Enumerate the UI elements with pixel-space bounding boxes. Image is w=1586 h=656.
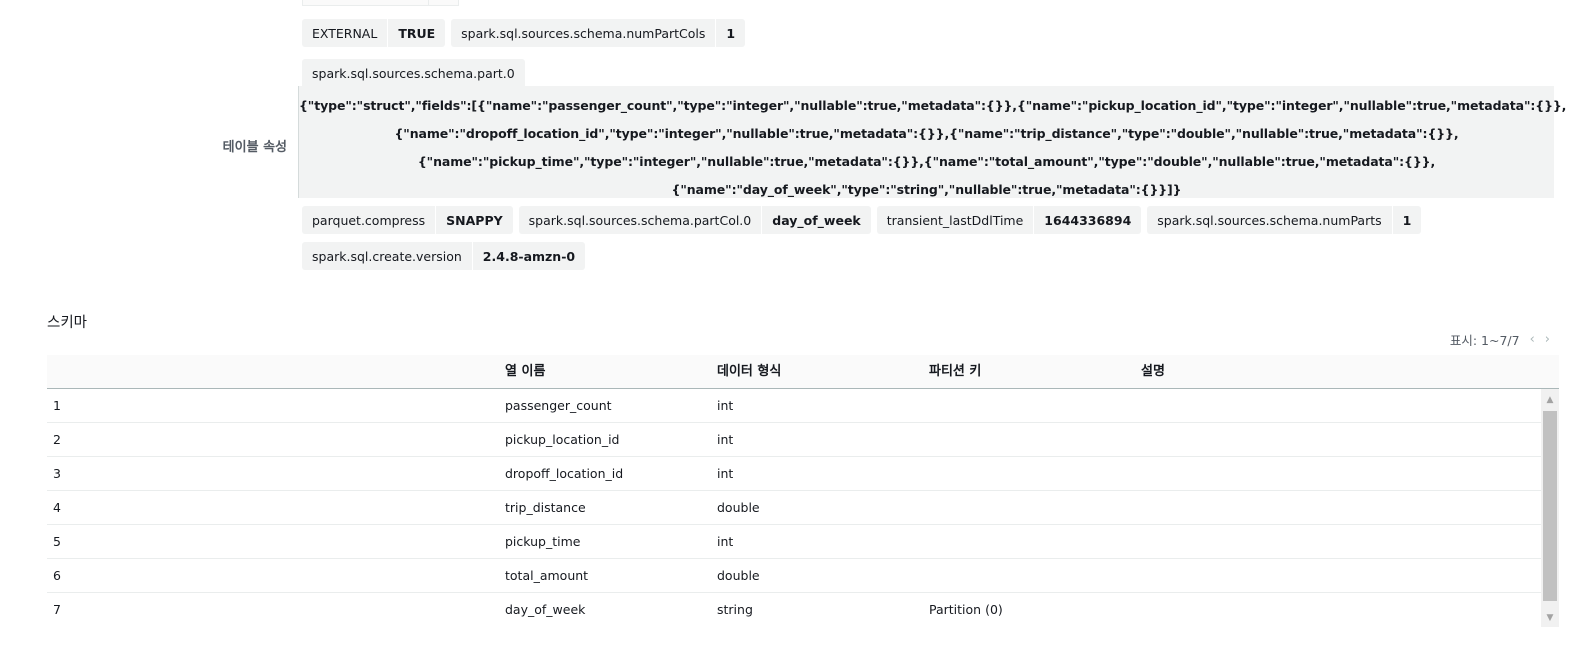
property-value: 1 [715, 19, 745, 47]
previous-tag-stub [302, 0, 459, 6]
property-value: SNAPPY [435, 206, 513, 234]
table-row: 3 dropoff_location_id int [47, 457, 1559, 491]
property-value: 1 [1391, 206, 1422, 234]
schema-section-title: 스키마 [47, 315, 88, 331]
cell-column-name: total_amount [505, 568, 589, 583]
table-properties-label: 테이블 속성 [222, 140, 287, 155]
cell-data-type: int [717, 534, 734, 549]
property-tag: EXTERNAL TRUE [302, 19, 446, 47]
pagination: 표시: 1~7/7 ‹ › [1450, 330, 1550, 349]
property-value: day_of_week [761, 206, 871, 234]
property-key: transient_lastDdlTime [886, 212, 1024, 228]
cell-column-name: pickup_time [505, 534, 581, 549]
chevron-right-icon[interactable]: › [1545, 332, 1550, 347]
table-row: 7 day_of_week string Partition (0) [47, 593, 1559, 627]
cell-column-name: passenger_count [505, 398, 612, 413]
schema-part-value: {"type":"struct","fields":[{"name":"pass… [298, 86, 1567, 198]
cell-index: 3 [53, 466, 61, 481]
cell-data-type: int [717, 398, 734, 413]
property-tags-row-3: spark.sql.create.version 2.4.8-amzn-0 [302, 242, 586, 270]
schema-json-line: {"name":"dropoff_location_id","type":"in… [394, 126, 1459, 141]
cell-data-type: int [717, 432, 734, 447]
cell-index: 1 [53, 398, 61, 413]
table-row: 2 pickup_location_id int [47, 423, 1559, 457]
property-tags-row-2: parquet.compress SNAPPY spark.sql.source… [302, 206, 1422, 234]
cell-column-name: trip_distance [505, 500, 586, 515]
cell-index: 4 [53, 500, 61, 515]
cell-data-type: double [717, 568, 760, 583]
property-value: 1644336894 [1033, 206, 1141, 234]
cell-column-name: pickup_location_id [505, 432, 620, 447]
property-key: spark.sql.sources.schema.numPartCols [461, 25, 706, 41]
cell-column-name: day_of_week [505, 602, 586, 617]
property-key: spark.sql.sources.schema.partCol.0 [528, 212, 752, 228]
cell-index: 2 [53, 432, 61, 447]
schema-json-line: {"name":"day_of_week","type":"string","n… [671, 182, 1182, 197]
column-header-data-type[interactable]: 데이터 형식 [717, 355, 781, 389]
property-key: spark.sql.create.version [312, 248, 462, 264]
property-tag: parquet.compress SNAPPY [302, 206, 513, 234]
table-body: 1 passenger_count int 2 pickup_location_… [47, 389, 1559, 627]
property-tag: transient_lastDdlTime 1644336894 [876, 206, 1142, 234]
property-tags-row-1: EXTERNAL TRUE spark.sql.sources.schema.n… [302, 19, 746, 47]
table-scrollbar[interactable]: ▲ ▼ [1541, 389, 1559, 627]
scrollbar-thumb[interactable] [1543, 411, 1557, 601]
property-key: EXTERNAL [312, 25, 378, 41]
property-key: spark.sql.sources.schema.numParts [1157, 212, 1382, 228]
table-row: 4 trip_distance double [47, 491, 1559, 525]
previous-tag-divider [428, 0, 429, 6]
schema-part-key: spark.sql.sources.schema.part.0 [302, 59, 525, 87]
table-row: 6 total_amount double [47, 559, 1559, 593]
property-value: TRUE [387, 19, 445, 47]
schema-table: 열 이름 데이터 형식 파티션 키 설명 1 passenger_count i… [47, 355, 1559, 627]
column-header-name[interactable]: 열 이름 [505, 355, 545, 389]
cell-data-type: double [717, 500, 760, 515]
cell-data-type: int [717, 466, 734, 481]
cell-index: 6 [53, 568, 61, 583]
scroll-down-icon[interactable]: ▼ [1541, 609, 1559, 627]
property-tag: spark.sql.sources.schema.partCol.0 day_o… [518, 206, 871, 234]
cell-data-type: string [717, 602, 753, 617]
property-key: parquet.compress [312, 212, 426, 228]
table-header: 열 이름 데이터 형식 파티션 키 설명 [47, 355, 1559, 389]
cell-column-name: dropoff_location_id [505, 466, 624, 481]
schema-json-line: {"type":"struct","fields":[{"name":"pass… [299, 98, 1567, 113]
property-tag: spark.sql.sources.schema.numParts 1 [1147, 206, 1422, 234]
property-tag: spark.sql.sources.schema.numPartCols 1 [451, 19, 746, 47]
pagination-label: 표시: 1~7/7 [1449, 333, 1520, 348]
cell-index: 5 [53, 534, 61, 549]
property-value: 2.4.8-amzn-0 [471, 242, 585, 270]
column-header-description[interactable]: 설명 [1141, 355, 1165, 389]
chevron-left-icon[interactable]: ‹ [1530, 332, 1535, 347]
schema-json-line: {"name":"pickup_time","type":"integer","… [417, 154, 1436, 169]
column-header-partition-key[interactable]: 파티션 키 [929, 355, 981, 389]
cell-index: 7 [53, 602, 61, 617]
scroll-up-icon[interactable]: ▲ [1541, 391, 1559, 409]
cell-partition-key: Partition (0) [929, 602, 1003, 617]
table-row: 1 passenger_count int [47, 389, 1559, 423]
property-tag: spark.sql.create.version 2.4.8-amzn-0 [302, 242, 586, 270]
table-row: 5 pickup_time int [47, 525, 1559, 559]
